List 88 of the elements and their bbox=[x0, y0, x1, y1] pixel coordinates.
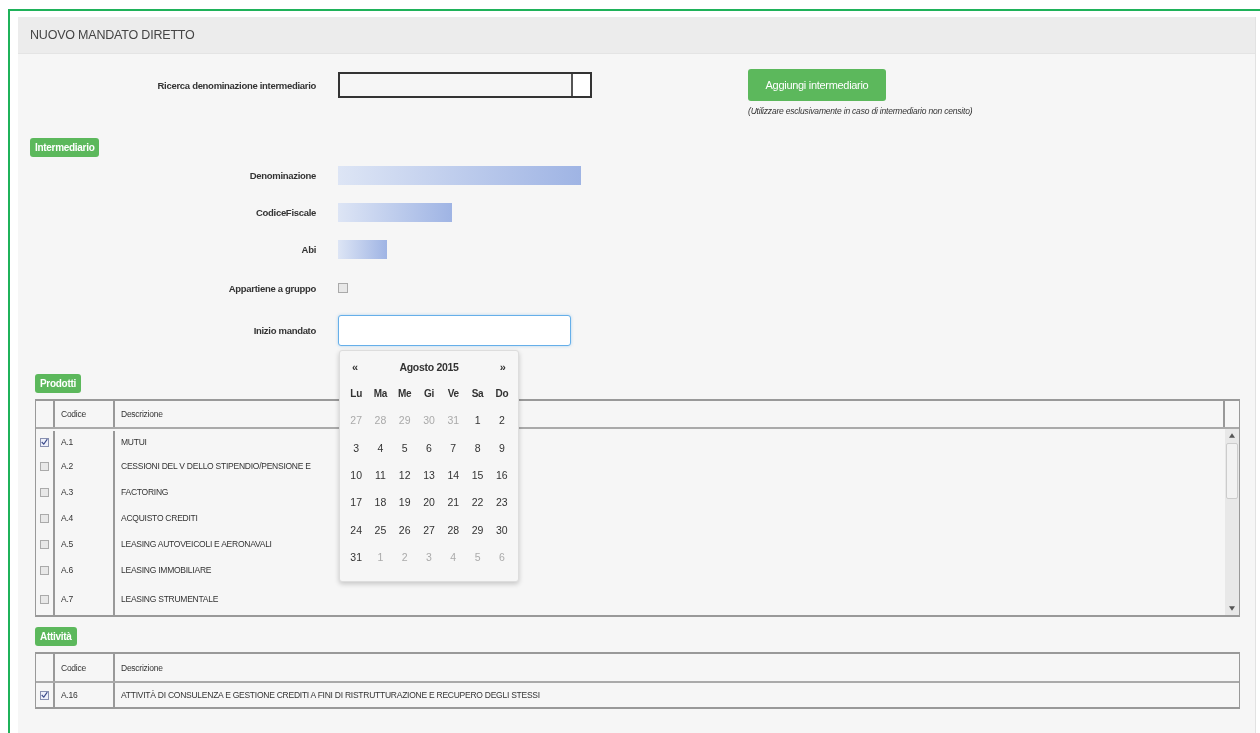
section-badge: Intermediario bbox=[30, 138, 100, 157]
calendar-day[interactable]: 18 bbox=[368, 496, 393, 509]
calendar-day[interactable]: 22 bbox=[465, 496, 490, 509]
next-month-button[interactable]: » bbox=[499, 360, 506, 373]
calendar-day[interactable]: 25 bbox=[368, 523, 393, 536]
calendar-day[interactable]: 10 bbox=[344, 469, 369, 482]
section-badge: Prodotti bbox=[35, 374, 81, 393]
table-cell: LEASING IMMOBILIARE bbox=[121, 565, 212, 575]
column-header: Codice bbox=[55, 654, 115, 681]
calendar-day[interactable]: 11 bbox=[368, 469, 393, 482]
table-cell: A.16 bbox=[61, 690, 78, 700]
table-cell: ACQUISTO CREDITI bbox=[121, 513, 198, 523]
field-label: Abi bbox=[300, 244, 316, 255]
calendar-day[interactable]: 26 bbox=[392, 523, 417, 536]
scrollbar[interactable] bbox=[1225, 429, 1239, 615]
table-cell: MUTUI bbox=[121, 437, 147, 447]
calendar-day[interactable]: 29 bbox=[465, 523, 490, 536]
weekday-label: Ma bbox=[372, 387, 389, 399]
calendar-day[interactable]: 8 bbox=[465, 441, 490, 454]
column-header: Descrizione bbox=[120, 409, 164, 419]
calendar-day[interactable]: 15 bbox=[465, 469, 490, 482]
checkbox[interactable] bbox=[338, 283, 348, 293]
calendar-day[interactable]: 4 bbox=[368, 441, 393, 454]
table-cell: LEASING STRUMENTALE bbox=[121, 594, 219, 604]
field-label: Ricerca denominazione intermediario bbox=[156, 79, 316, 91]
section-badge: Attività bbox=[35, 627, 77, 646]
checkbox[interactable] bbox=[40, 539, 49, 549]
column-header: Codice bbox=[55, 401, 115, 427]
calendar-day[interactable]: 9 bbox=[489, 441, 514, 454]
table-cell: LEASING AUTOVEICOLI E AERONAVALI bbox=[121, 539, 272, 549]
field-label: CodiceFiscale bbox=[255, 207, 316, 218]
calendar-day[interactable]: 2 bbox=[489, 414, 514, 427]
scroll-down-icon[interactable] bbox=[1229, 606, 1235, 611]
search-field[interactable] bbox=[338, 72, 592, 98]
calendar-day[interactable]: 13 bbox=[416, 469, 442, 482]
redacted-value bbox=[338, 240, 387, 259]
checkbox[interactable] bbox=[40, 594, 49, 604]
calendar-day[interactable]: 31 bbox=[344, 550, 369, 563]
calendar-day[interactable]: 16 bbox=[489, 469, 514, 482]
calendar-day[interactable]: 1 bbox=[465, 414, 490, 427]
checkbox[interactable] bbox=[40, 565, 49, 575]
table-cell: ATTIVITÀ DI CONSULENZA E GESTIONE CREDITI A FINI DI RISTRUTTURAZIONE E RECUPERO DEGLI STESSI bbox=[121, 690, 540, 700]
calendar-day[interactable]: 24 bbox=[344, 523, 369, 536]
calendar-day[interactable]: 19 bbox=[392, 496, 417, 509]
field-label: Denominazione bbox=[248, 170, 316, 181]
calendar-day[interactable]: 14 bbox=[441, 469, 466, 482]
calendar-day[interactable]: 21 bbox=[441, 496, 466, 509]
weekday-label: Do bbox=[494, 387, 510, 399]
calendar-day[interactable]: 23 bbox=[489, 496, 514, 509]
table-cell: A.2 bbox=[61, 461, 73, 471]
field-label: Appartiene a gruppo bbox=[227, 282, 316, 294]
panel-title: NUOVO MANDATO DIRETTO bbox=[30, 28, 195, 42]
calendar-day[interactable]: 20 bbox=[416, 496, 442, 509]
calendar-day[interactable]: 12 bbox=[392, 469, 417, 482]
date-field[interactable] bbox=[338, 314, 571, 346]
checkbox[interactable] bbox=[40, 437, 49, 447]
checkbox[interactable] bbox=[40, 461, 49, 471]
table-cell: A.1 bbox=[61, 437, 73, 447]
calendar-day[interactable]: 5 bbox=[392, 441, 417, 454]
table-cell: A.4 bbox=[61, 513, 73, 523]
hint-text: (Utilizzare esclusivamente in caso di intermediario non censito) bbox=[748, 106, 973, 116]
weekday-label: Me bbox=[397, 387, 413, 399]
calendar-day[interactable]: 30 bbox=[489, 523, 514, 536]
checkbox[interactable] bbox=[40, 690, 49, 700]
table-cell: A.7 bbox=[61, 594, 73, 604]
prev-month-button[interactable]: « bbox=[352, 360, 359, 373]
weekday-label: Lu bbox=[349, 387, 363, 399]
calendar-day[interactable]: 6 bbox=[416, 441, 442, 454]
table-cell: FACTORING bbox=[121, 487, 169, 497]
checkbox[interactable] bbox=[40, 513, 49, 523]
table-cell: CESSIONI DEL V DELLO STIPENDIO/PENSIONE E bbox=[121, 461, 311, 471]
calendar-day[interactable]: 28 bbox=[441, 523, 466, 536]
calendar-day[interactable]: 27 bbox=[416, 523, 442, 536]
calendar-day[interactable]: 3 bbox=[344, 441, 369, 454]
table-cell: A.3 bbox=[61, 487, 73, 497]
weekday-label: Sa bbox=[470, 387, 485, 399]
scroll-up-icon[interactable] bbox=[1229, 433, 1235, 438]
table-cell: A.6 bbox=[61, 565, 73, 575]
scroll-thumb[interactable] bbox=[1226, 443, 1238, 499]
table-cell: A.5 bbox=[61, 539, 73, 549]
field-label: Inizio mandato bbox=[252, 324, 316, 336]
calendar-day[interactable]: 7 bbox=[441, 441, 466, 454]
weekday-label: Gi bbox=[423, 387, 435, 399]
checkbox[interactable] bbox=[40, 487, 49, 497]
month-title[interactable]: Agosto 2015 bbox=[399, 360, 459, 373]
column-header: Descrizione bbox=[120, 662, 164, 673]
calendar-day[interactable]: 17 bbox=[344, 496, 369, 509]
weekday-label: Ve bbox=[446, 387, 460, 399]
